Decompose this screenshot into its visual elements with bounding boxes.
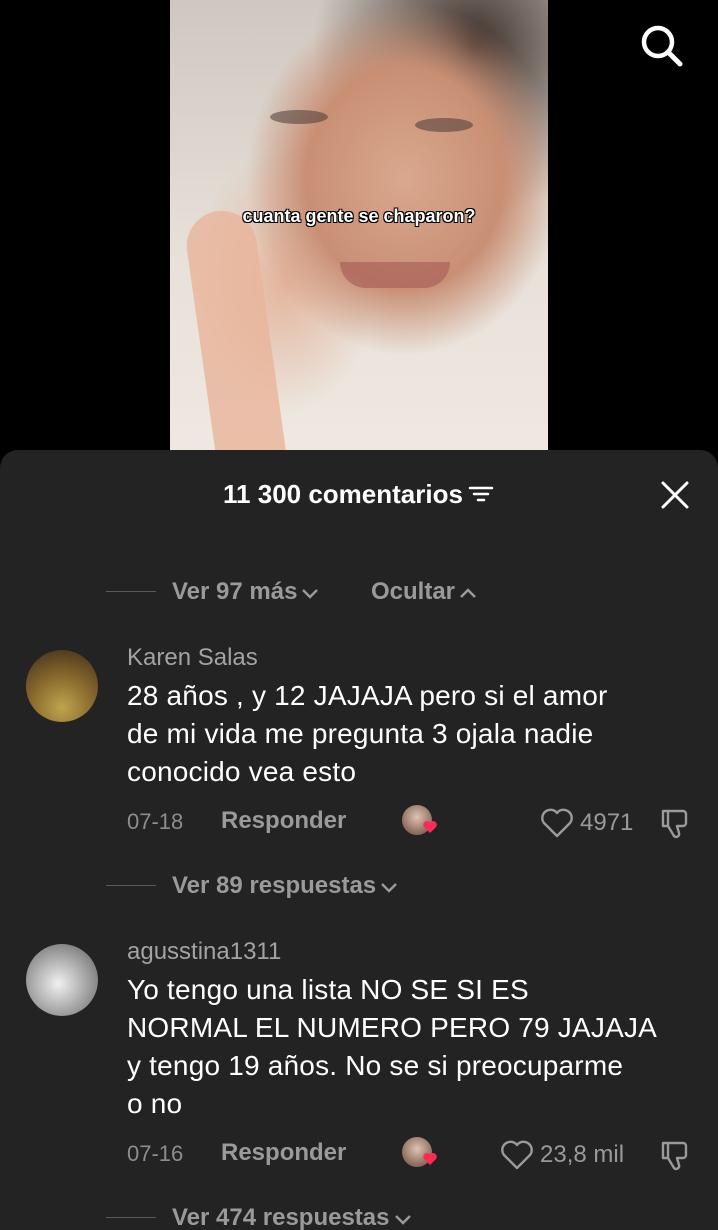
filter-icon[interactable] xyxy=(467,481,495,512)
avatar[interactable] xyxy=(26,650,98,722)
comment-count-label: 11 300 comentarios xyxy=(223,479,463,509)
video-face xyxy=(340,262,450,288)
view-replies-label: Ver 89 respuestas xyxy=(172,872,377,899)
divider-line xyxy=(106,591,156,592)
comment-line: de mi vida me pregunta 3 ojala nadie xyxy=(127,718,594,749)
close-icon[interactable] xyxy=(658,478,692,512)
sheet-header: 11 300 comentarios xyxy=(0,474,718,514)
hide-replies-button[interactable]: Ocultar xyxy=(371,578,477,606)
heart-icon xyxy=(423,1153,437,1165)
comment-text: Yo tengo una lista NO SE SI ES NORMAL EL… xyxy=(127,971,697,1123)
view-more-label: Ver 97 más xyxy=(172,578,298,605)
comment-line: y tengo 19 años. No se si preocuparme xyxy=(127,1050,624,1081)
comment-line: NORMAL EL NUMERO PERO 79 JAJAJA xyxy=(127,1012,658,1043)
divider-line xyxy=(106,885,156,886)
heart-outline-icon xyxy=(541,808,573,838)
like-button[interactable]: 4971 xyxy=(540,807,633,839)
view-replies-button[interactable]: Ver 89 respuestas xyxy=(172,872,398,900)
comment-username[interactable]: Karen Salas xyxy=(127,644,258,672)
chevron-up-icon xyxy=(460,587,476,598)
video-player[interactable]: cuanta gente se chaparon? xyxy=(170,0,548,470)
comment-username[interactable]: agusstina1311 xyxy=(127,938,281,966)
comment-line: conocido vea esto xyxy=(127,756,357,787)
view-more-button[interactable]: Ver 97 más xyxy=(172,578,319,606)
comment-text: 28 años , y 12 JAJAJA pero si el amor de… xyxy=(127,677,697,791)
hide-label: Ocultar xyxy=(371,578,456,605)
comment-line: o no xyxy=(127,1088,183,1119)
like-button[interactable]: 23,8 mil xyxy=(500,1139,624,1171)
avatar[interactable] xyxy=(26,944,98,1016)
view-replies-label: Ver 474 respuestas xyxy=(172,1204,390,1230)
chevron-down-icon xyxy=(302,588,319,599)
like-count: 4971 xyxy=(580,809,634,836)
video-hand xyxy=(182,206,288,470)
comment-date: 07-18 xyxy=(127,809,184,834)
comment-date: 07-16 xyxy=(127,1141,184,1166)
video-face xyxy=(415,118,473,132)
search-icon[interactable] xyxy=(636,20,686,70)
reply-button[interactable]: Responder xyxy=(221,807,346,835)
view-replies-button[interactable]: Ver 474 respuestas xyxy=(172,1204,412,1230)
comment-count-title: 11 300 comentarios xyxy=(0,479,718,512)
chevron-down-icon xyxy=(394,1214,411,1225)
dislike-icon[interactable] xyxy=(657,805,693,841)
chevron-down-icon xyxy=(381,882,397,893)
dislike-icon[interactable] xyxy=(657,1137,693,1173)
video-caption: cuanta gente se chaparon? xyxy=(242,206,476,226)
comment-line: 28 años , y 12 JAJAJA pero si el amor xyxy=(127,680,608,711)
reply-button[interactable]: Responder xyxy=(221,1139,346,1167)
heart-outline-icon xyxy=(501,1140,533,1170)
comments-sheet: 11 300 comentarios Ver 97 más Ocultar Ka… xyxy=(0,450,718,1230)
comment-line: Yo tengo una lista NO SE SI ES xyxy=(127,974,529,1005)
video-face xyxy=(270,110,328,124)
like-count: 23,8 mil xyxy=(540,1141,625,1168)
heart-icon xyxy=(423,821,437,833)
divider-line xyxy=(106,1217,156,1218)
